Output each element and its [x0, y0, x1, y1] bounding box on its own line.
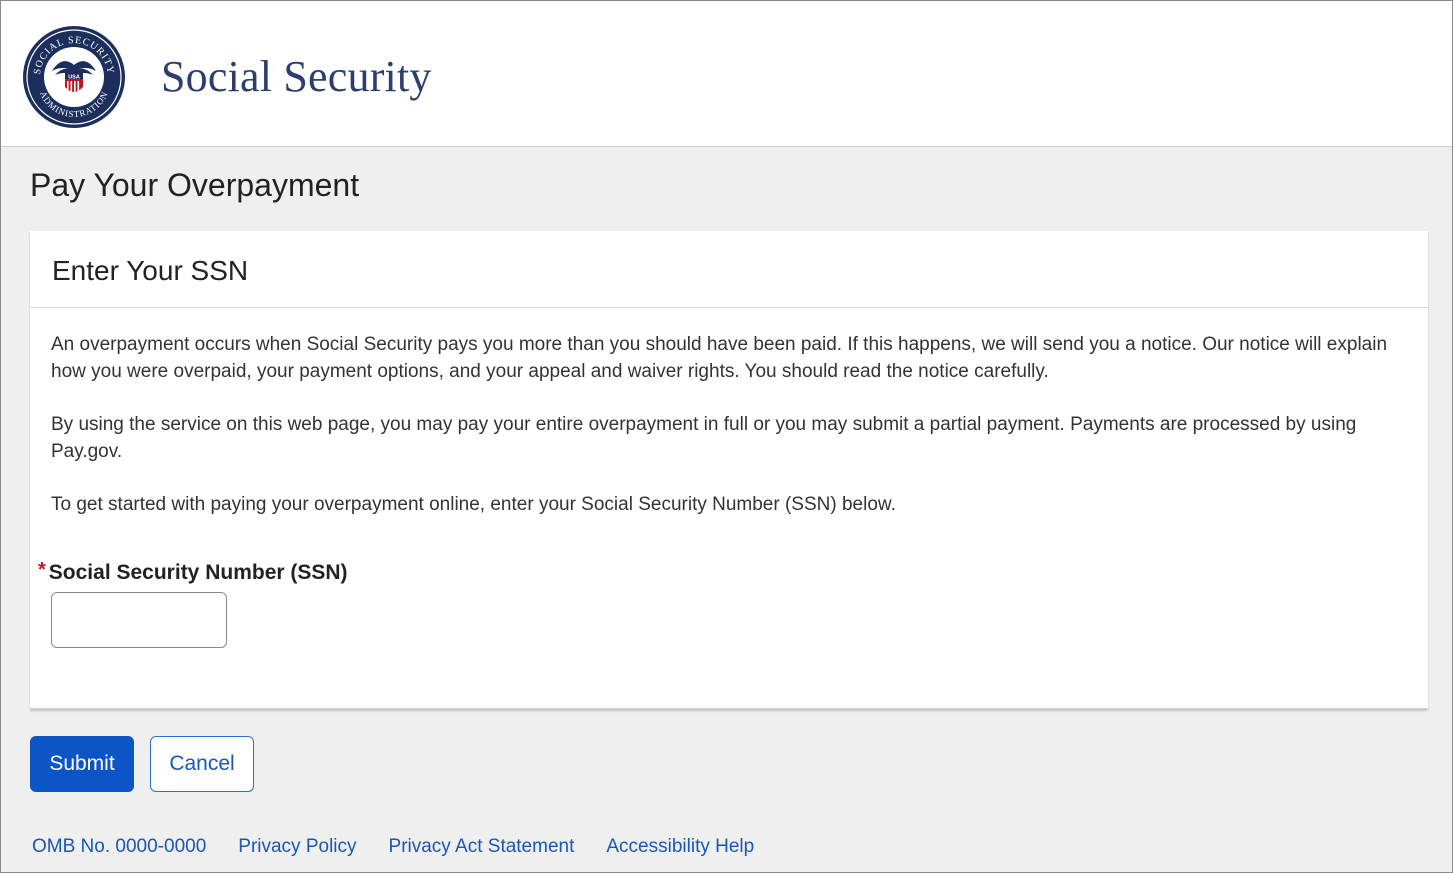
card-header: Enter Your SSN: [30, 231, 1428, 308]
ssn-input[interactable]: [51, 592, 227, 648]
footer-link-privacy-act-statement[interactable]: Privacy Act Statement: [389, 836, 575, 857]
payment-service-description: By using the service on this web page, y…: [51, 414, 1357, 462]
overpayment-description: An overpayment occurs when Social Securi…: [51, 334, 1388, 382]
required-asterisk: *: [38, 559, 46, 581]
page-title: Pay Your Overpayment: [30, 167, 360, 203]
seal-usa-text: USA: [68, 75, 80, 81]
page-frame: SOCIAL SECURITY ADMINISTRATION USA Socia…: [0, 0, 1453, 873]
footer-link-omb-number[interactable]: OMB No. 0000-0000: [32, 836, 206, 857]
ssn-field-label: * Social Security Number (SSN): [38, 559, 348, 585]
get-started-instruction: To get started with paying your overpaym…: [51, 494, 896, 515]
footer-links: OMB No. 0000-0000 Privacy Policy Privacy A…: [32, 836, 786, 858]
ssa-seal-logo[interactable]: SOCIAL SECURITY ADMINISTRATION USA: [22, 25, 126, 129]
ssn-label-text: Social Security Number (SSN): [48, 561, 348, 584]
site-title[interactable]: Social Security: [161, 51, 432, 102]
site-header: SOCIAL SECURITY ADMINISTRATION USA Socia…: [1, 1, 1452, 147]
ssn-entry-card: Enter Your SSN An overpayment occurs whe…: [30, 231, 1428, 709]
cancel-button[interactable]: Cancel: [150, 736, 254, 792]
card-title: Enter Your SSN: [52, 255, 249, 286]
submit-button[interactable]: Submit: [30, 736, 134, 792]
footer-link-accessibility-help[interactable]: Accessibility Help: [606, 836, 754, 857]
footer-link-privacy-policy[interactable]: Privacy Policy: [238, 836, 356, 857]
